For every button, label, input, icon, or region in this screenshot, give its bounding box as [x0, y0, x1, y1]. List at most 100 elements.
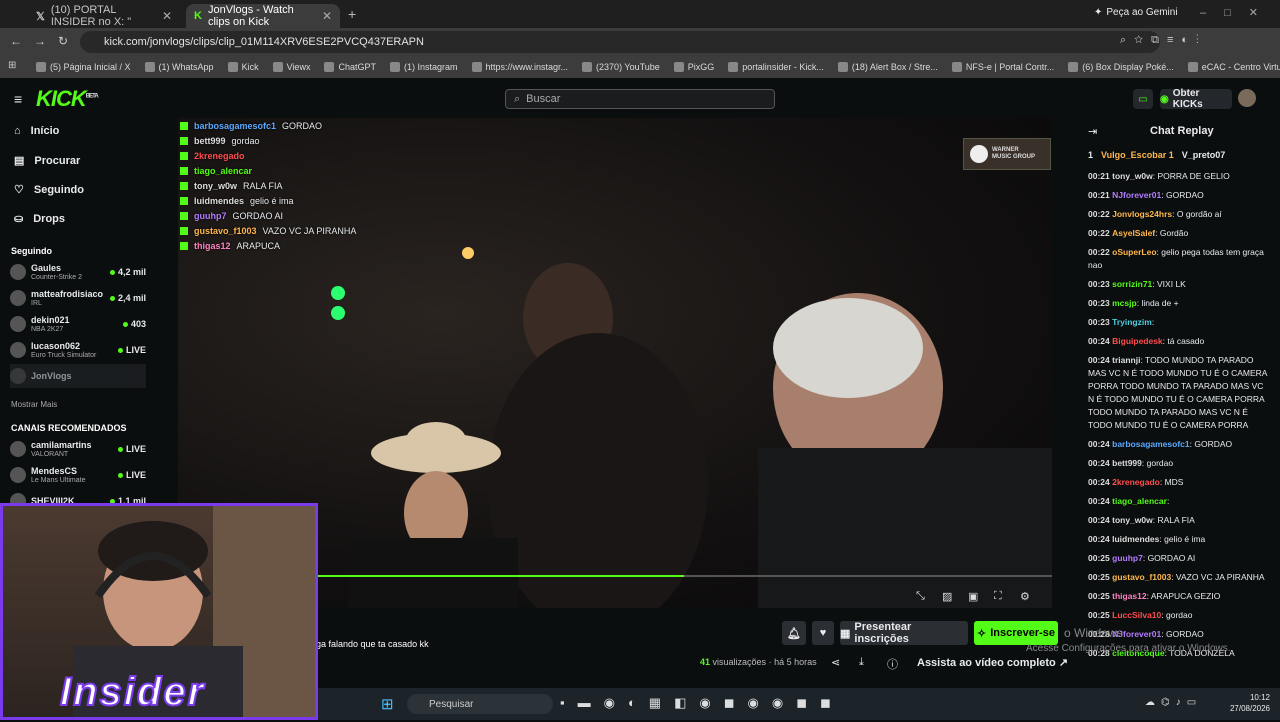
report-icon[interactable]: ⓘ [887, 656, 898, 672]
bookmark-item[interactable]: Viewx [272, 62, 310, 72]
watch-full-video-link[interactable]: Assista ao vídeo completo ↗ [917, 656, 1068, 669]
channel-item[interactable]: Gaules Counter-Strike 2 4,2 mil [10, 260, 146, 284]
fullscreen-icon[interactable]: ⛶ [994, 590, 1002, 603]
channel-item[interactable]: lucason062 Euro Truck Simulator LIVE [10, 338, 146, 362]
chat-username[interactable]: AsyelSalef [1112, 228, 1155, 238]
follow-button[interactable]: ♥ [812, 621, 834, 645]
channel-item[interactable]: dekin021 NBA 2K27 403 [10, 312, 146, 336]
nav-buttons[interactable]: ←→↻ [10, 34, 80, 48]
chat-time: 00:24 [1088, 355, 1110, 365]
avatar[interactable] [1238, 89, 1256, 107]
chat-username[interactable]: tony_w0w [1112, 515, 1153, 525]
channel-text: lucason062 Euro Truck Simulator [31, 341, 96, 360]
bookmark-item[interactable]: eCAC - Centro Virtu... [1187, 62, 1280, 72]
chat-text: VIXI LK [1157, 279, 1186, 289]
channel-item[interactable]: JonVlogs [10, 364, 146, 388]
chat-username[interactable]: triannji [1112, 355, 1140, 365]
wallet-icon[interactable]: ▭ [1133, 89, 1153, 109]
channel-item[interactable]: camilamartins VALORANT LIVE [10, 437, 146, 461]
toolbar-icons[interactable]: ⌕☆⧉≡◐⋮ [1120, 34, 1207, 47]
chat-username[interactable]: tony_w0w [1112, 171, 1153, 181]
bookmark-item[interactable]: (18) Alert Box / Stre... [837, 62, 938, 72]
chat-username[interactable]: guuhp7 [1112, 553, 1143, 563]
channel-item[interactable]: matteafrodisiaco IRL 2,4 mil [10, 286, 146, 310]
kick-logo[interactable]: KICKBETA [36, 86, 99, 112]
channel-name: camilamartins [31, 439, 92, 450]
bookmark-item[interactable]: (1) Instagram [389, 62, 458, 72]
clip-title: ga falando que ta casado kk [316, 639, 429, 649]
bell-button[interactable]: 🔔︎ [782, 621, 806, 645]
sidebar-nav-3[interactable]: ⛀ Drops [14, 212, 65, 226]
chat-time: 00:24 [1088, 496, 1110, 506]
gift-icon: ▦ [840, 627, 851, 640]
url-field[interactable]: kick.com/jonvlogs/clips/clip_01M114XRV6E… [80, 31, 1160, 53]
overlay-chat-user: tony_w0w [194, 180, 238, 191]
sidebar-nav-1[interactable]: ▤ Procurar [14, 154, 80, 168]
tray-icons[interactable]: ☁⌬♪▭ [1145, 697, 1202, 708]
sidebar-nav-2[interactable]: ♡ Seguindo [14, 183, 84, 197]
bookmark-item[interactable]: (6) Box Display Poké... [1068, 62, 1174, 72]
clip-icon[interactable]: ▨ [942, 590, 952, 603]
new-tab-button[interactable]: + [348, 6, 356, 22]
bookmark-item[interactable]: PixGG [673, 62, 714, 72]
chat-username[interactable]: mcsjp [1112, 298, 1137, 308]
chat-username[interactable]: gustavo_f1003 [1112, 572, 1171, 582]
chat-username[interactable]: sorrizin71 [1112, 279, 1152, 289]
chat-username[interactable]: LuccSilva10 [1112, 610, 1161, 620]
channel-item[interactable]: MendesCS Le Mans Ultimate LIVE [10, 463, 146, 487]
collapse-icon[interactable]: ⤡ [916, 590, 925, 603]
chat-username[interactable]: oSuperLeo [1112, 247, 1156, 257]
chat-username[interactable]: Jonvlogs24hrs [1112, 209, 1172, 219]
chat-time: 00:22 [1088, 247, 1110, 257]
view-count: 41 [700, 657, 711, 667]
close-icon[interactable]: ✕ [162, 9, 172, 23]
taskbar-apps[interactable]: ▪▬◉◐▦◧◉◼◉◉◼◼ [560, 695, 844, 711]
bookmark-item[interactable]: NFS-e | Portal Contr... [951, 62, 1054, 72]
bookmark-item[interactable]: Kick [227, 62, 259, 72]
channel-text: Gaules Counter-Strike 2 [31, 263, 82, 282]
gift-subs-button[interactable]: ▦ Presentear inscrições [840, 621, 968, 645]
bookmark-item[interactable]: portalinsider - Kick... [728, 62, 824, 72]
overlay-chat-text: GORDAO [282, 120, 323, 131]
settings-icon[interactable]: ⚙ [1020, 590, 1030, 603]
apps-icon[interactable]: ⊞ [8, 60, 16, 71]
chat-username[interactable]: NJforever01 [1112, 190, 1161, 200]
chat-username[interactable]: 2krenegado [1112, 477, 1160, 487]
chat-time: 00:25 [1088, 591, 1110, 601]
collapse-chat-icon[interactable]: ⇥ [1088, 125, 1097, 138]
menu-icon[interactable]: ≡ [14, 91, 22, 107]
live-dot-icon [122, 321, 128, 327]
bookmark-item[interactable]: (2370) YouTube [582, 62, 660, 72]
chat-username[interactable]: Biguipedesk [1112, 336, 1163, 346]
kick-badge-icon [180, 241, 188, 250]
taskbar-search[interactable]: Pesquisar [407, 694, 553, 714]
search-input[interactable]: ⌕ Buscar [505, 89, 775, 109]
chat-time: 00:23 [1088, 317, 1110, 327]
window-controls[interactable]: –□✕ [1200, 6, 1276, 19]
chat-time: 00:24 [1088, 458, 1110, 468]
bookmark-item[interactable]: https://www.instagr... [471, 62, 568, 72]
sidebar-nav-0[interactable]: ⌂ Início [14, 125, 59, 137]
chat-username[interactable]: barbosagamesofc1 [1112, 439, 1189, 449]
get-kicks-button[interactable]: ◉ Obter KICKs [1160, 88, 1232, 110]
download-icon[interactable]: ⤓ [859, 656, 864, 669]
chat-username[interactable]: bett999 [1112, 458, 1142, 468]
bookmark-item[interactable]: (5) Página Inicial / X [36, 62, 131, 72]
viewer-count: LIVE [117, 444, 146, 454]
close-icon[interactable]: ✕ [322, 9, 332, 23]
share-icon[interactable]: ⋖ [831, 656, 840, 669]
gemini-button[interactable]: ✦ Peça ao Gemini [1094, 7, 1178, 18]
bookmark-item[interactable]: ChatGPT [324, 62, 376, 72]
windows-start-icon[interactable]: ⊞ [381, 695, 394, 713]
system-clock[interactable]: 10:12 27/08/2026 [1226, 692, 1270, 714]
chat-username[interactable]: thigas12 [1112, 591, 1147, 601]
show-more-link[interactable]: Mostrar Mais [11, 400, 57, 409]
bookmark-item[interactable]: (1) WhatsApp [144, 62, 214, 72]
overlay-chat-text: gelio é ima [250, 195, 294, 206]
tab-portal-insider[interactable]: 𝕏 (10) PORTAL INSIDER no X: " ✕ [28, 4, 180, 28]
chat-username[interactable]: Tryingzim [1112, 317, 1152, 327]
chat-username[interactable]: luidmendes [1112, 534, 1159, 544]
theater-icon[interactable]: ▣ [968, 590, 978, 603]
tab-jonvlogs[interactable]: K JonVlogs - Watch clips on Kick ✕ [186, 4, 340, 28]
chat-username[interactable]: tiago_alencar [1112, 496, 1167, 506]
